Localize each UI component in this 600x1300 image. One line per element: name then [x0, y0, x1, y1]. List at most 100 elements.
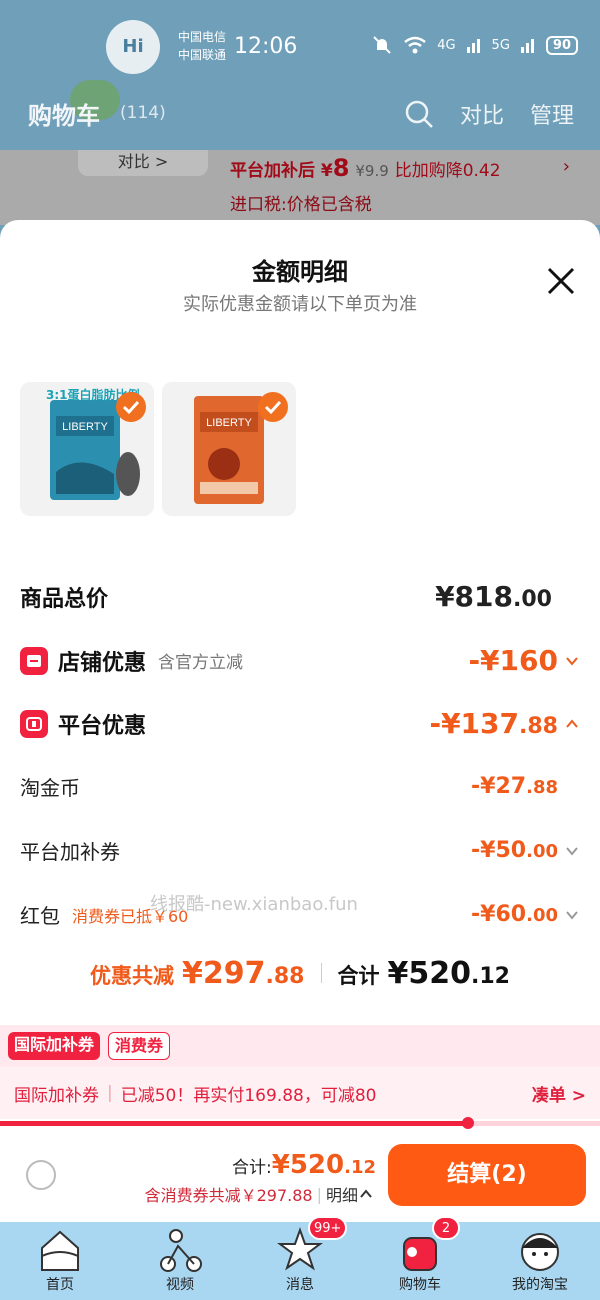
platform-discount-row[interactable]: 平台优惠 -¥137.88 — [20, 707, 580, 740]
profile-icon — [521, 1233, 559, 1271]
saved-dec: .88 — [265, 964, 305, 989]
chevron-up-icon[interactable] — [358, 1186, 374, 1202]
coupon-progress-fill — [0, 1121, 468, 1126]
detail-toggle[interactable]: 明细 — [326, 1182, 358, 1206]
checkout-total: 合计: ¥520.12 — [232, 1150, 376, 1180]
chevron-right-icon: › — [562, 156, 570, 177]
compare-pill[interactable]: 对比 > — [78, 150, 208, 176]
nav-item-home[interactable]: 首页 — [0, 1222, 120, 1300]
nav-label-cart: 购物车 — [399, 1277, 441, 1293]
summary-line: 优惠共减 ¥297.88 合计 ¥520.12 — [0, 956, 600, 991]
saved-amount: ¥297.88 — [182, 956, 304, 991]
chevron-down-icon[interactable] — [564, 843, 580, 859]
check-icon[interactable] — [116, 392, 146, 422]
nav-label-home: 首页 — [46, 1277, 74, 1293]
nav-item-profile[interactable]: 我的淘宝 — [480, 1222, 600, 1300]
coupon-progress-bar[interactable]: 国际加补券 | 已减50！再实付169.88，可减80 凑单 > — [0, 1067, 600, 1119]
coupon-bar-separator: | — [107, 1083, 113, 1103]
video-icon — [160, 1229, 202, 1272]
nav-item-messages[interactable]: 99+ 消息 — [240, 1216, 360, 1300]
checkout-saved[interactable]: 含消费券共减￥297.88 | 明细 — [145, 1182, 374, 1206]
platform-icon — [20, 709, 48, 738]
coupon-bar-label: 国际加补券 — [14, 1085, 99, 1106]
platform-discount-amount: -¥137.88 — [429, 707, 558, 740]
add-items-link[interactable]: 凑单 > — [532, 1081, 586, 1106]
total-label: 合计 — [337, 964, 380, 988]
product-2-brand: LIBERTY — [206, 417, 252, 429]
checkout-saved-text: 含消费券共减￥297.88 — [144, 1186, 313, 1205]
total-amount: ¥520.12 — [388, 956, 510, 991]
search-icon[interactable] — [404, 99, 434, 129]
clock: 12:06 — [234, 34, 298, 59]
sheet-subtitle: 实际优惠金额请以下单页为准 — [183, 294, 417, 315]
subsidy-drop: 比加购降0.42 — [394, 161, 501, 181]
status-icons: 4G 5G 90 — [371, 34, 578, 56]
status-bar: Hi 中国电信 中国联通 12:06 4G 5G 90 — [0, 0, 600, 90]
store-discount-amount: -¥160 — [468, 644, 558, 677]
hi-bubble-icon: Hi — [106, 20, 160, 74]
platform-discount-label: 平台优惠 — [58, 713, 147, 739]
sheet-title: 金额明细 — [252, 258, 348, 286]
red-packet-dec: .00 — [526, 905, 558, 926]
watermark: 线报酷-new.xianbao.fun — [150, 894, 358, 915]
wifi-icon — [404, 36, 426, 54]
tax-note: 进口税:价格已含税 — [230, 195, 372, 215]
nav-label-profile: 我的淘宝 — [512, 1277, 568, 1293]
nav-label-video: 视频 — [166, 1277, 194, 1293]
subtotal-amount: ¥818.00 — [435, 580, 552, 613]
platform-discount-int: -¥137 — [429, 707, 520, 740]
summary-divider — [320, 963, 322, 983]
tab-consumption-coupon[interactable]: 消费券 — [108, 1032, 171, 1060]
carrier-info: 中国电信 中国联通 — [178, 28, 226, 64]
messages-badge: 99+ — [308, 1216, 348, 1240]
subsidy-price-line: 平台加补后 ¥8 ¥9.9 比加购降0.42 — [230, 154, 501, 182]
carrier-1: 中国电信 — [178, 30, 227, 44]
platform-coupon-row[interactable]: 平台加补券 -¥50.00 — [20, 836, 580, 865]
platform-coupon-dec: .00 — [526, 841, 558, 862]
cart-count: (114) — [120, 103, 166, 123]
checkout-total-amount: ¥520.12 — [272, 1150, 376, 1180]
nav-item-cart[interactable]: 2 购物车 — [360, 1216, 480, 1300]
nav-item-video[interactable]: 视频 — [120, 1222, 240, 1300]
checkout-button[interactable]: 结算(2) — [388, 1144, 586, 1206]
coupon-tabs: 国际加补券 消费券 — [0, 1025, 600, 1067]
nav-label-messages: 消息 — [286, 1277, 314, 1293]
coins-int: -¥27 — [471, 774, 527, 799]
checkout-total-int: ¥520 — [271, 1150, 345, 1180]
coupon-bar-text: 已减50！再实付169.88，可减80 — [120, 1085, 377, 1106]
cart-page-title: 购物车 — [28, 102, 100, 130]
chevron-up-icon[interactable] — [564, 716, 580, 732]
subtotal-dec: .00 — [513, 587, 552, 612]
check-icon[interactable] — [258, 392, 288, 422]
signal-icon-2 — [520, 39, 534, 53]
network-4g: 4G — [437, 37, 456, 53]
cart-badge: 2 — [432, 1216, 460, 1240]
compare-button[interactable]: 对比 — [460, 98, 504, 130]
subtotal-int: ¥818 — [435, 580, 514, 613]
tab-international-coupon[interactable]: 国际加补券 — [8, 1032, 101, 1060]
checkout-total-dec: .12 — [344, 1157, 376, 1178]
subsidy-price: 8 — [332, 154, 350, 182]
red-packet-label: 红包 — [20, 904, 60, 928]
select-all-radio[interactable] — [26, 1160, 56, 1190]
platform-coupon-int: -¥50 — [471, 838, 527, 863]
total-int: ¥520 — [387, 956, 472, 991]
manage-button[interactable]: 管理 — [530, 98, 574, 130]
battery-indicator: 90 — [545, 35, 578, 55]
network-5g: 5G — [491, 37, 510, 53]
chevron-down-icon[interactable] — [564, 653, 580, 669]
store-discount-row[interactable]: 店铺优惠 含官方立减 -¥160 — [20, 644, 580, 677]
bottom-nav: 首页 视频 99+ 消息 2 购物车 我的淘宝 — [0, 1216, 600, 1300]
subtotal-row: 商品总价 ¥818.00 — [20, 580, 580, 613]
coupon-progress-knob — [461, 1117, 474, 1129]
platform-coupon-label: 平台加补券 — [20, 840, 120, 864]
red-packet-amount: -¥60.00 — [471, 902, 558, 927]
platform-discount-dec: .88 — [519, 714, 558, 739]
checkout-bar: 合计: ¥520.12 含消费券共减￥297.88 | 明细 结算(2) — [0, 1130, 600, 1222]
checkout-total-label: 合计: — [232, 1158, 272, 1178]
chevron-down-icon[interactable] — [564, 907, 580, 923]
store-icon — [20, 646, 48, 675]
product-thumbnail-2[interactable]: LIBERTY — [162, 382, 296, 516]
close-icon[interactable] — [544, 264, 578, 298]
product-thumbnail-1[interactable]: LIBERTY 3:1蛋白脂肪比例 — [20, 382, 154, 516]
